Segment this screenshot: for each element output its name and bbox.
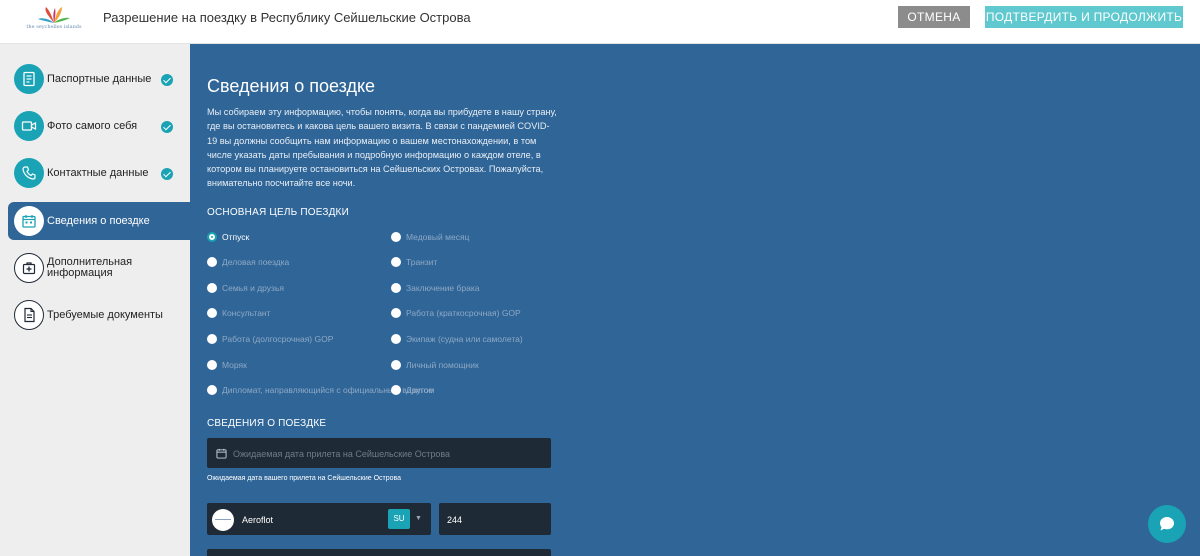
- main-content: Сведения о поездке Мы собираем эту инфор…: [190, 44, 1200, 556]
- sidebar-item-label: Паспортные данные: [47, 73, 152, 85]
- sidebar-item-label: Сведения о поездке: [47, 215, 150, 227]
- radio-button[interactable]: [207, 283, 217, 293]
- radio-label: Другое: [406, 385, 434, 395]
- sidebar-item-required-documents[interactable]: Требуемые документы: [8, 296, 190, 334]
- logo-flower-icon: [38, 7, 70, 23]
- radio-label: Экипаж (судна или самолета): [406, 334, 523, 344]
- chevron-down-icon[interactable]: ▼: [415, 515, 422, 522]
- radio-button[interactable]: [207, 385, 217, 395]
- sidebar: Паспортные данные Фото самого себя Конта…: [0, 44, 190, 556]
- phone-icon: [14, 158, 44, 188]
- checkmark-icon: [161, 74, 173, 86]
- next-field-input[interactable]: [207, 549, 551, 556]
- sidebar-item-label: Контактные данные: [47, 167, 149, 179]
- logo-text: the seychelles islands: [26, 24, 82, 30]
- checkmark-icon: [161, 168, 173, 180]
- sidebar-item-passport[interactable]: Паспортные данные: [8, 60, 190, 98]
- arrival-date-placeholder: Ожидаемая дата прилета на Сейшельские Ос…: [233, 449, 451, 459]
- seychelles-logo: the seychelles islands: [26, 5, 82, 37]
- calendar-icon: [14, 206, 44, 236]
- radio-button[interactable]: [207, 360, 217, 370]
- airline-logo-icon: [212, 509, 234, 531]
- sidebar-item-contacts[interactable]: Контактные данные: [8, 154, 190, 192]
- arrival-date-hint: Ожидаемая дата вашего прилета на Сейшель…: [207, 475, 402, 482]
- radio-label: Личный помощник: [406, 360, 479, 370]
- radio-label: Дипломат, направляющийся с официальным в…: [222, 385, 435, 395]
- radio-label: Работа (краткосрочная) GOP: [406, 308, 521, 318]
- sidebar-item-additional-info[interactable]: Дополнительная информация: [8, 249, 190, 287]
- sidebar-item-trip-details[interactable]: Сведения о поездке: [8, 202, 190, 240]
- radio-label: Семья и друзья: [222, 283, 284, 293]
- radio-button[interactable]: [207, 334, 217, 344]
- document-icon: [14, 300, 44, 330]
- sidebar-item-label: Дополнительная информация: [47, 256, 133, 279]
- medical-kit-icon: [14, 253, 44, 283]
- purpose-section-title: ОСНОВНАЯ ЦЕЛЬ ПОЕЗДКИ: [207, 207, 349, 218]
- confirm-continue-button[interactable]: ПОДТВЕРДИТЬ И ПРОДОЛЖИТЬ: [985, 6, 1183, 28]
- radio-label: Медовый месяц: [406, 232, 470, 242]
- cancel-button[interactable]: ОТМЕНА: [898, 6, 970, 28]
- airline-name: Aeroflot: [242, 515, 274, 525]
- page-title: Разрешение на поездку в Республику Сейше…: [103, 10, 471, 25]
- passport-icon: [14, 64, 44, 94]
- intro-text: Мы собираем эту информацию, чтобы понять…: [207, 107, 557, 189]
- radio-button[interactable]: [391, 308, 401, 318]
- flight-number-input[interactable]: 244: [439, 503, 551, 535]
- radio-label: Отпуск: [222, 232, 250, 242]
- top-bar: the seychelles islands Разрешение на пое…: [0, 0, 1200, 44]
- airline-select[interactable]: Aeroflot SU ▼: [207, 503, 431, 535]
- radio-button[interactable]: [207, 232, 217, 242]
- radio-button[interactable]: [391, 232, 401, 242]
- airline-code-badge: SU: [388, 509, 410, 529]
- radio-button[interactable]: [207, 257, 217, 267]
- video-camera-icon: [14, 111, 44, 141]
- radio-button[interactable]: [391, 385, 401, 395]
- radio-button[interactable]: [391, 283, 401, 293]
- calendar-icon: [216, 448, 227, 459]
- radio-label: Деловая поездка: [222, 257, 290, 267]
- chat-bubble-icon: [1160, 517, 1174, 531]
- section-heading: Сведения о поездке: [207, 76, 376, 96]
- radio-button[interactable]: [391, 334, 401, 344]
- flight-number-value: 244: [447, 515, 463, 525]
- sidebar-item-label: Фото самого себя: [47, 120, 138, 132]
- radio-label: Моряк: [222, 360, 247, 370]
- radio-button[interactable]: [207, 308, 217, 318]
- radio-label: Транзит: [406, 257, 438, 267]
- radio-label: Консультант: [222, 308, 271, 318]
- arrival-date-input[interactable]: Ожидаемая дата прилета на Сейшельские Ос…: [207, 438, 551, 468]
- radio-label: Работа (долгосрочная) GOP: [222, 334, 334, 344]
- radio-button[interactable]: [391, 257, 401, 267]
- checkmark-icon: [161, 121, 173, 133]
- trip-section-title: СВЕДЕНИЯ О ПОЕЗДКЕ: [207, 418, 327, 429]
- sidebar-item-selfie[interactable]: Фото самого себя: [8, 107, 190, 145]
- radio-button[interactable]: [391, 360, 401, 370]
- radio-label: Заключение брака: [406, 283, 480, 293]
- sidebar-item-label: Требуемые документы: [47, 309, 163, 321]
- chat-button[interactable]: [1148, 505, 1186, 543]
